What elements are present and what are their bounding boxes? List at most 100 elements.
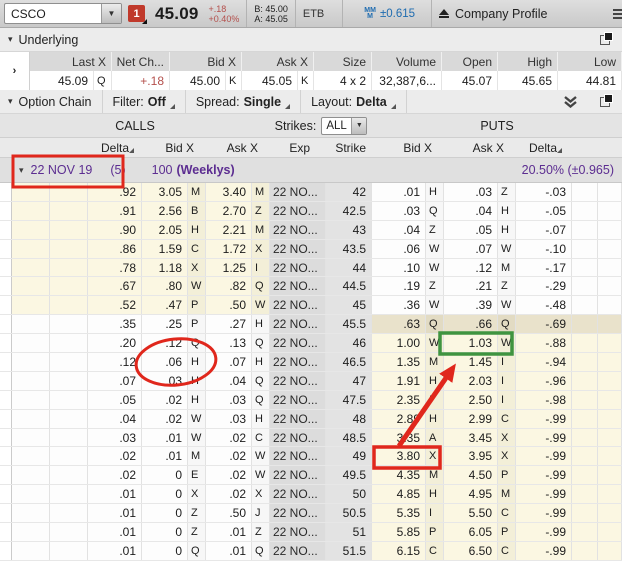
call-ask-cell[interactable]: .82: [206, 277, 252, 295]
call-delta-cell[interactable]: .05: [88, 391, 142, 409]
company-profile-button[interactable]: Company Profile: [439, 7, 547, 21]
put-delta-cell[interactable]: -.99: [516, 429, 572, 447]
put-bid-cell[interactable]: 4.85: [372, 485, 426, 503]
put-bid-cell[interactable]: 4.35: [372, 466, 426, 484]
put-delta-cell[interactable]: -.69: [516, 315, 572, 333]
call-delta-cell[interactable]: .67: [88, 277, 142, 295]
col-header-call-delta[interactable]: Delta: [88, 138, 142, 157]
col-header-netchange[interactable]: Net Ch...: [112, 52, 170, 71]
call-bid-cell[interactable]: 0: [142, 466, 188, 484]
call-delta-cell[interactable]: .90: [88, 221, 142, 239]
row-expander[interactable]: ›: [0, 52, 30, 90]
put-ask-cell[interactable]: .12: [444, 259, 498, 277]
call-ask-cell[interactable]: 2.70: [206, 202, 252, 220]
put-ask-cell[interactable]: .05: [444, 221, 498, 239]
double-chevron-down-icon[interactable]: [563, 96, 578, 108]
call-delta-cell[interactable]: .20: [88, 334, 142, 352]
filter-control[interactable]: Filter: Off: [102, 90, 186, 113]
col-header-call-ask[interactable]: Ask X: [206, 138, 270, 157]
call-bid-cell[interactable]: 2.05: [142, 221, 188, 239]
put-delta-cell[interactable]: -.48: [516, 296, 572, 314]
col-header-put-bid[interactable]: Bid X: [372, 138, 444, 157]
put-bid-cell[interactable]: .01: [372, 183, 426, 201]
call-bid-cell[interactable]: .12: [142, 334, 188, 352]
put-delta-cell[interactable]: -.29: [516, 277, 572, 295]
col-header-low[interactable]: Low: [558, 52, 622, 71]
col-header-high[interactable]: High: [498, 52, 558, 71]
put-delta-cell[interactable]: -.99: [516, 466, 572, 484]
symbol-select[interactable]: CSCO ▼: [4, 3, 122, 24]
layout-control[interactable]: Layout: Delta: [301, 90, 407, 113]
call-delta-cell[interactable]: .78: [88, 259, 142, 277]
call-bid-cell[interactable]: .03: [142, 372, 188, 390]
call-ask-cell[interactable]: .13: [206, 334, 252, 352]
call-delta-cell[interactable]: .01: [88, 542, 142, 560]
put-delta-cell[interactable]: -.17: [516, 259, 572, 277]
put-bid-cell[interactable]: .03: [372, 202, 426, 220]
put-delta-cell[interactable]: -.96: [516, 372, 572, 390]
put-ask-cell[interactable]: 4.50: [444, 466, 498, 484]
put-ask-cell[interactable]: .04: [444, 202, 498, 220]
put-bid-cell[interactable]: .10: [372, 259, 426, 277]
call-bid-cell[interactable]: 0: [142, 523, 188, 541]
put-delta-cell[interactable]: -.99: [516, 485, 572, 503]
call-delta-cell[interactable]: .07: [88, 372, 142, 390]
col-header-strike[interactable]: Strike: [326, 138, 372, 157]
put-ask-cell[interactable]: 1.45: [444, 353, 498, 371]
call-delta-cell[interactable]: .35: [88, 315, 142, 333]
call-ask-cell[interactable]: .50: [206, 296, 252, 314]
chevron-down-icon[interactable]: ▾: [8, 96, 13, 107]
put-ask-cell[interactable]: .66: [444, 315, 498, 333]
menu-icon[interactable]: [613, 9, 622, 19]
call-delta-cell[interactable]: .91: [88, 202, 142, 220]
call-bid-cell[interactable]: .01: [142, 429, 188, 447]
put-ask-cell[interactable]: 3.45: [444, 429, 498, 447]
call-bid-cell[interactable]: 1.18: [142, 259, 188, 277]
call-bid-cell[interactable]: 0: [142, 504, 188, 522]
put-bid-cell[interactable]: 1.00: [372, 334, 426, 352]
put-ask-cell[interactable]: 6.50: [444, 542, 498, 560]
call-bid-cell[interactable]: 2.56: [142, 202, 188, 220]
put-delta-cell[interactable]: -.10: [516, 240, 572, 258]
expiration-group-row[interactable]: ▾ 22 NOV 19 (5) 100 (Weeklys) 20.50% (±0…: [0, 158, 622, 183]
put-ask-cell[interactable]: .07: [444, 240, 498, 258]
call-delta-cell[interactable]: .92: [88, 183, 142, 201]
put-delta-cell[interactable]: -.99: [516, 410, 572, 428]
call-delta-cell[interactable]: .04: [88, 410, 142, 428]
call-bid-cell[interactable]: 1.59: [142, 240, 188, 258]
put-ask-cell[interactable]: 5.50: [444, 504, 498, 522]
put-delta-cell[interactable]: -.99: [516, 523, 572, 541]
col-header-ask[interactable]: Ask X: [242, 52, 314, 71]
put-bid-cell[interactable]: 1.35: [372, 353, 426, 371]
put-delta-cell[interactable]: -.99: [516, 447, 572, 465]
put-delta-cell[interactable]: -.05: [516, 202, 572, 220]
call-delta-cell[interactable]: .01: [88, 504, 142, 522]
call-ask-cell[interactable]: .01: [206, 523, 252, 541]
col-header-bid[interactable]: Bid X: [170, 52, 242, 71]
put-bid-cell[interactable]: 3.80: [372, 447, 426, 465]
call-delta-cell[interactable]: .02: [88, 466, 142, 484]
put-ask-cell[interactable]: 3.95: [444, 447, 498, 465]
put-ask-cell[interactable]: .39: [444, 296, 498, 314]
call-ask-cell[interactable]: .03: [206, 410, 252, 428]
put-ask-cell[interactable]: .21: [444, 277, 498, 295]
put-ask-cell[interactable]: 2.50: [444, 391, 498, 409]
call-ask-cell[interactable]: 1.25: [206, 259, 252, 277]
call-bid-cell[interactable]: .80: [142, 277, 188, 295]
col-header-call-bid[interactable]: Bid X: [142, 138, 206, 157]
put-bid-cell[interactable]: .06: [372, 240, 426, 258]
call-delta-cell[interactable]: .52: [88, 296, 142, 314]
call-ask-cell[interactable]: .07: [206, 353, 252, 371]
put-delta-cell[interactable]: -.03: [516, 183, 572, 201]
call-delta-cell[interactable]: .12: [88, 353, 142, 371]
spread-control[interactable]: Spread: Single: [186, 90, 301, 113]
put-bid-cell[interactable]: .04: [372, 221, 426, 239]
put-delta-cell[interactable]: -.98: [516, 391, 572, 409]
symbol-dropdown-button[interactable]: ▼: [101, 4, 121, 23]
put-ask-cell[interactable]: .03: [444, 183, 498, 201]
chevron-down-icon[interactable]: ▾: [19, 165, 24, 176]
put-bid-cell[interactable]: 5.85: [372, 523, 426, 541]
call-ask-cell[interactable]: 3.40: [206, 183, 252, 201]
call-ask-cell[interactable]: .27: [206, 315, 252, 333]
put-ask-cell[interactable]: 6.05: [444, 523, 498, 541]
